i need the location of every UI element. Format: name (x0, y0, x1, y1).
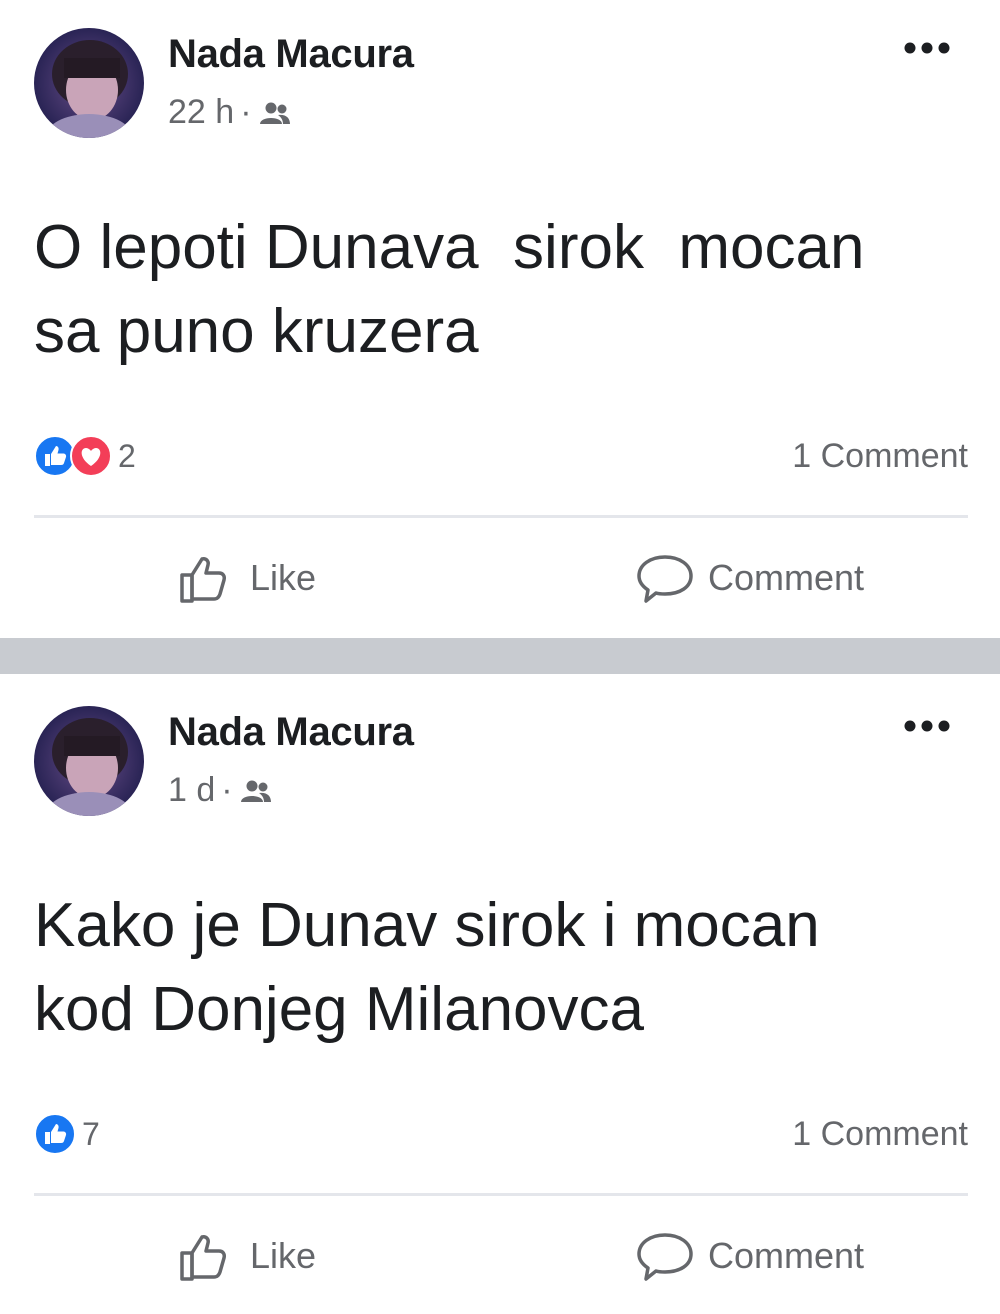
avatar[interactable] (34, 28, 144, 138)
love-reaction-icon (70, 435, 112, 477)
post-meta: 1 d · (168, 770, 273, 810)
divider (34, 1193, 968, 1196)
comment-button[interactable]: Comment (634, 1223, 864, 1289)
post-text: Kako je Dunav sirok i mocan kod Donjeg M… (34, 891, 820, 1044)
comment-count-link[interactable]: 1 Comment (792, 1112, 968, 1156)
more-options-icon[interactable] (902, 38, 952, 58)
avatar[interactable] (34, 706, 144, 816)
reactions-summary[interactable]: 7 (34, 1112, 100, 1156)
friends-icon[interactable] (258, 98, 292, 126)
like-label: Like (250, 557, 317, 598)
reactions-summary[interactable]: 2 (34, 434, 136, 478)
divider (34, 515, 968, 518)
thumbs-up-icon (176, 1225, 238, 1287)
comment-label: Comment (708, 1235, 865, 1276)
post-text: O lepoti Dunava sirok mocan sa puno kruz… (34, 213, 865, 366)
comment-count-link[interactable]: 1 Comment (792, 434, 968, 478)
author-name[interactable]: Nada Macura (168, 710, 414, 755)
post-card: Nada Macura 22 h · O lepoti Dunava sirok… (0, 0, 1000, 636)
author-name[interactable]: Nada Macura (168, 32, 414, 77)
feed-separator (0, 638, 1000, 674)
reaction-count: 7 (82, 1115, 100, 1152)
like-button[interactable]: Like (176, 545, 316, 611)
post-meta: 22 h · (168, 92, 292, 132)
more-options-icon[interactable] (902, 716, 952, 736)
post-card: Nada Macura 1 d · Kako je Dunav sirok i … (0, 678, 1000, 1314)
speech-bubble-icon (634, 1225, 696, 1287)
like-button[interactable]: Like (176, 1223, 316, 1289)
reaction-count: 2 (118, 437, 136, 474)
like-reaction-icon (34, 1113, 76, 1155)
comment-button[interactable]: Comment (634, 545, 864, 611)
post-time[interactable]: 22 h (168, 93, 234, 132)
friends-icon[interactable] (239, 776, 273, 804)
comment-label: Comment (708, 557, 865, 598)
post-time[interactable]: 1 d (168, 771, 215, 810)
like-label: Like (250, 1235, 317, 1276)
thumbs-up-icon (176, 547, 238, 609)
meta-separator: · (221, 770, 233, 809)
meta-separator: · (240, 92, 252, 131)
speech-bubble-icon (634, 547, 696, 609)
